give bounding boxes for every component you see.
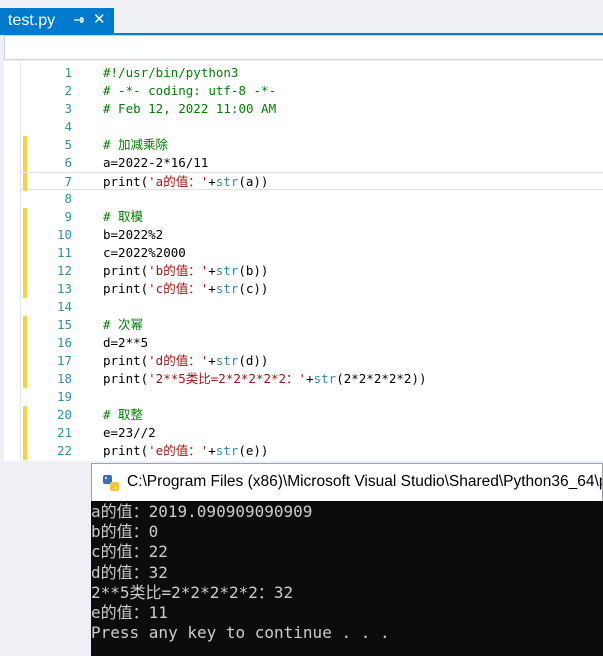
code-text: # -*- coding: utf-8 -*- (103, 83, 277, 98)
code-line[interactable]: 22 print('e的值：'+str(e)) (0, 442, 603, 460)
line-number: 19 (56, 389, 72, 404)
code-line[interactable]: 17 print('d的值：'+str(d)) (0, 352, 603, 370)
change-marker (23, 244, 27, 262)
code-line[interactable]: 4 (0, 118, 603, 136)
line-number: 10 (56, 227, 72, 242)
change-marker (23, 424, 27, 442)
line-number: 5 (64, 137, 72, 152)
code-line[interactable]: 20 # 取整 (0, 406, 603, 424)
code-line[interactable]: 2 # -*- coding: utf-8 -*- (0, 82, 603, 100)
change-marker (23, 173, 27, 191)
code-line[interactable]: 7 print('a的值：'+str(a)) (0, 172, 603, 191)
code-text: b=2022%2 (103, 227, 164, 242)
code-line[interactable]: 21 e=23//2 (0, 424, 603, 442)
change-marker (23, 154, 27, 172)
code-text: a=2022-2*16/11 (103, 155, 209, 170)
line-number: 11 (56, 245, 72, 260)
editor-gutter (4, 61, 21, 461)
code-line[interactable]: 6 a=2022-2*16/11 (0, 154, 603, 172)
console-line: d的值：32 (91, 562, 168, 582)
code-text: c=2022%2000 (103, 245, 186, 260)
change-marker (23, 370, 27, 388)
line-number: 13 (56, 281, 72, 296)
change-marker (23, 208, 27, 226)
code-line[interactable]: 5 # 加减乘除 (0, 136, 603, 154)
code-text: print('a的值：'+str(a)) (103, 174, 269, 189)
tab-title: test.py (8, 11, 56, 29)
code-line[interactable]: 14 (0, 298, 603, 316)
code-line[interactable]: 11 c=2022%2000 (0, 244, 603, 262)
line-number: 7 (64, 174, 72, 189)
console-line: c的值：22 (91, 542, 168, 562)
line-number: 9 (64, 209, 72, 224)
code-text: e=23//2 (103, 425, 156, 440)
line-number: 17 (56, 353, 72, 368)
code-line[interactable]: 8 (0, 190, 603, 208)
change-marker (23, 280, 27, 298)
code-text: d=2**5 (103, 335, 149, 350)
line-number: 12 (56, 263, 72, 278)
code-text: print('c的值：'+str(c)) (103, 281, 269, 296)
console-title: C:\Program Files (x86)\Microsoft Visual … (127, 473, 603, 490)
code-line[interactable]: 13 print('c的值：'+str(c)) (0, 280, 603, 298)
change-marker (23, 262, 27, 280)
change-marker (23, 136, 27, 154)
line-number: 8 (64, 191, 72, 206)
code-line[interactable]: 12 print('b的值：'+str(b)) (0, 262, 603, 280)
tab-test-py[interactable]: test.py ✕ (0, 8, 114, 33)
change-marker (23, 226, 27, 244)
line-number: 20 (56, 407, 72, 422)
change-marker (23, 406, 27, 424)
code-line[interactable]: 9 # 取模 (0, 208, 603, 226)
line-number: 1 (64, 65, 72, 80)
console-window[interactable]: C:\Program Files (x86)\Microsoft Visual … (91, 463, 603, 656)
close-icon[interactable]: ✕ (93, 11, 106, 29)
code-editor[interactable]: 1 #!/usr/bin/python3 2 # -*- coding: utf-8 … (0, 61, 603, 461)
line-number: 6 (64, 155, 72, 170)
code-text: #!/usr/bin/python3 (103, 65, 239, 80)
change-marker (23, 316, 27, 334)
console-line: b的值：0 (91, 522, 159, 542)
line-number: 16 (56, 335, 72, 350)
code-line[interactable]: 19 (0, 388, 603, 406)
line-number: 21 (56, 425, 72, 440)
code-line[interactable]: 18 print('2**5类比=2*2*2*2*2：'+str(2*2*2*2*… (0, 370, 603, 388)
console-output[interactable]: a的值：2019.090909090909 b的值：0 c的值：22 d的值：32 2*… (91, 501, 603, 656)
line-number: 15 (56, 317, 72, 332)
change-marker (23, 334, 27, 352)
code-text: print('e的值：'+str(e)) (103, 443, 269, 458)
console-line: Press any key to continue . . . (91, 623, 390, 643)
line-number: 2 (64, 83, 72, 98)
code-line[interactable]: 16 d=2**5 (0, 334, 603, 352)
code-text: # 加减乘除 (103, 137, 169, 152)
code-text: # 取整 (103, 407, 144, 422)
code-line[interactable]: 15 # 次幂 (0, 316, 603, 334)
navigation-bar[interactable] (4, 35, 603, 60)
code-line[interactable]: 3 # Feb 12, 2022 11:00 AM (0, 100, 603, 118)
console-titlebar[interactable]: C:\Program Files (x86)\Microsoft Visual … (91, 463, 603, 501)
line-number: 4 (64, 119, 72, 134)
code-text: # 次幂 (103, 317, 144, 332)
change-marker (23, 352, 27, 370)
line-number: 18 (56, 371, 72, 386)
console-line: e的值：11 (91, 603, 168, 622)
code-line[interactable]: 1 #!/usr/bin/python3 (0, 64, 603, 82)
code-text: # Feb 12, 2022 11:00 AM (103, 101, 277, 116)
console-line: a的值：2019.090909090909 (91, 502, 313, 521)
line-number: 14 (56, 299, 72, 314)
change-marker (23, 442, 27, 460)
code-text: # 取模 (103, 209, 144, 224)
python-icon (103, 475, 119, 491)
tab-strip: test.py ✕ (0, 0, 603, 33)
console-line: 2**5类比=2*2*2*2*2：32 (91, 582, 294, 602)
line-number: 22 (56, 443, 72, 458)
pin-icon[interactable] (72, 14, 84, 26)
code-text: print('2**5类比=2*2*2*2*2：'+str(2*2*2*2*2)… (103, 371, 427, 386)
code-line[interactable]: 10 b=2022%2 (0, 226, 603, 244)
line-number: 3 (64, 101, 72, 116)
code-text: print('d的值：'+str(d)) (103, 353, 269, 368)
code-text: print('b的值：'+str(b)) (103, 263, 269, 278)
